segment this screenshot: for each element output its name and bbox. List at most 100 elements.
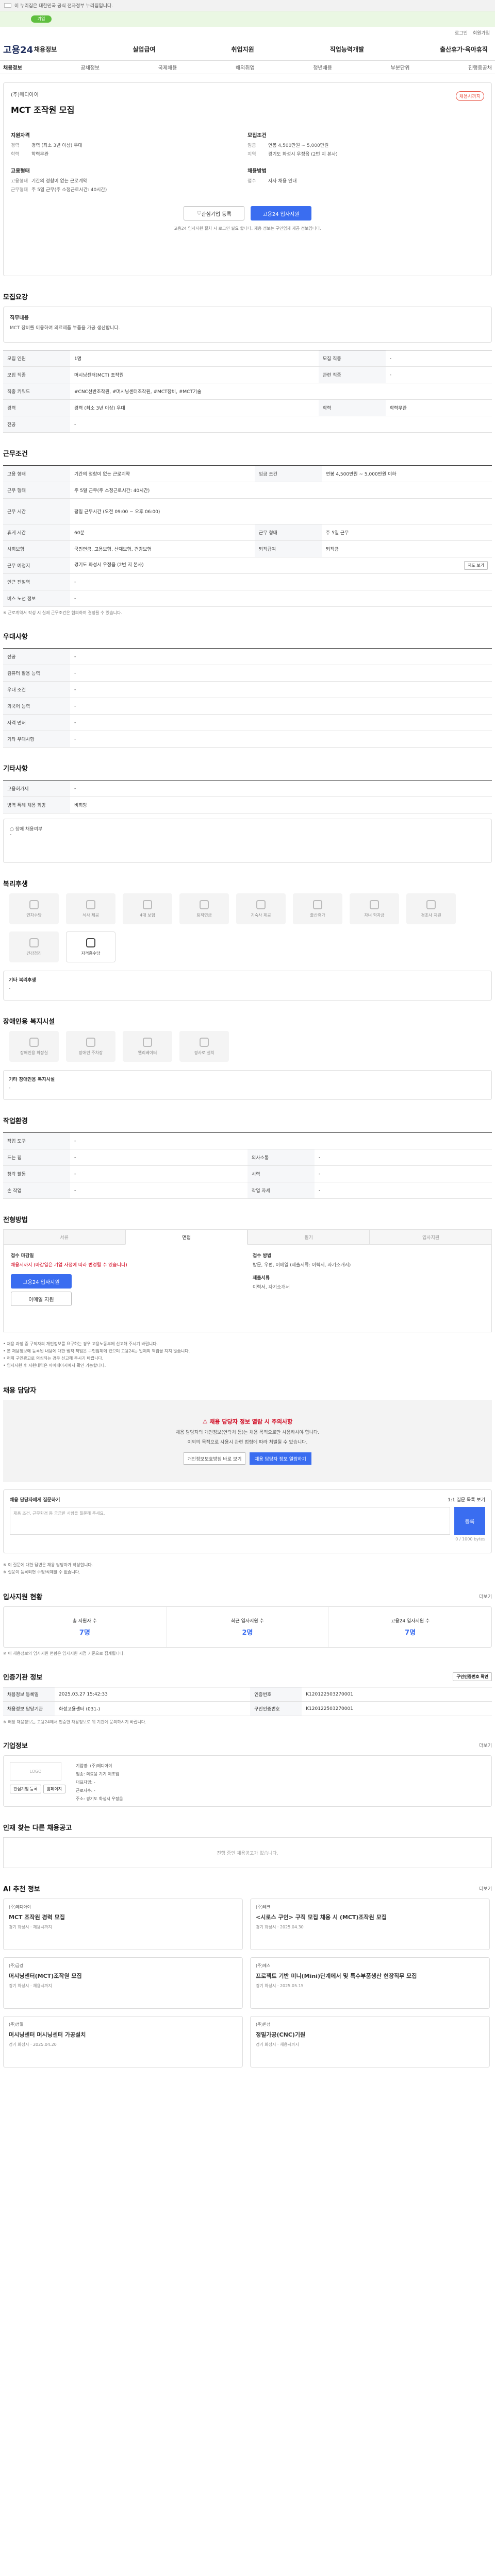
recommendation-card[interactable]: (주)정밀 머시닝센터 머시닝센터 가공설치 경기 화성시 · 2025.04.20 [3,2016,243,2067]
heart-icon: ♡ [196,210,202,216]
subnav-item[interactable]: 채용정보 [3,63,22,71]
welfare-card: 건강검진 [9,931,59,962]
nav-leave[interactable]: 출산휴가·육아휴직 [440,45,488,54]
subnav-item[interactable]: 해외취업 [236,63,255,71]
card-label: 퇴직연금 [196,912,212,918]
bullet-text: 채용 과정 중 구직자의 개인정보를 요구하는 경우 고용노동부에 신고해 주시… [7,1342,158,1346]
recommendation-card[interactable]: (주)에스 프로젝트 기반 미니(Mini)단계에서 및 특수부품생산 현장직무 … [250,1957,490,2009]
benefit-icon [370,900,379,909]
table-key: 외국어 능력 [3,698,70,715]
apply-button[interactable]: 고용24 입사지원 [251,206,311,221]
section-header: 기업정보 더보기 [3,1740,492,1750]
rec-meta: 경기 화성시 · 2025.04.30 [256,1925,304,1929]
verify-button[interactable]: 구인인증번호 확인 [453,1672,492,1681]
nav-employment-support[interactable]: 취업지원 [232,45,254,54]
signup-link[interactable]: 회원가입 [473,29,490,36]
site-logo[interactable]: 고용24 [3,43,34,56]
rec-title: 프로젝트 기반 미니(Mini)단계에서 및 특수부품생산 현장직무 모집 [256,1973,417,1979]
recommendation-list: (주)메디아이 MCT 조작원 경력 모집 경기 화성시 · 채용시까지 (주)테크 <… [3,1899,492,2067]
subnav-item[interactable]: 부분단위 [391,63,410,71]
tab-written[interactable]: 필기 [248,1229,370,1245]
welfare-card: 자녀 학자금 [350,893,399,924]
table-key: 구인인증번호 [250,1701,302,1716]
welfare-card: 4대 보험 [123,893,172,924]
interest-company-button[interactable]: ♡ 관심기업 등록 [184,206,244,221]
list-item: • 허위 구인광고로 의심되는 경우 신고해 주시기 바랍니다. [3,1356,104,1361]
more-link[interactable]: 더보기 [479,1885,492,1892]
tab-apply[interactable]: 입사지원 [370,1229,492,1245]
sub-nav: 채용정보 공채정보 국제채용 해외취업 청년채용 부분단위 진행중공채 [0,61,495,74]
field-label: 경력 [11,143,20,148]
nav-jobs[interactable]: 채용정보 [34,45,57,54]
table-key: 자격 면허 [3,714,70,731]
question-submit-button[interactable]: 등록 [454,1507,485,1535]
interest-button[interactable]: 관심기업 등록 [10,1785,41,1793]
table-key: 청각 활동 [3,1165,70,1182]
gov-banner: 이 누리집은 대한민국 공식 전자정부 누리집입니다. [0,0,495,11]
info-note: ※ 해당 채용정보는 고용24에서 인증한 채용정보로 위 기관에 문의하시기 … [3,1720,146,1724]
more-link[interactable]: 더보기 [479,1593,492,1600]
privacy-policy-button[interactable]: 개인정보보호방침 바로 보기 [184,1452,245,1465]
table-row: 근무 시간 평일 근무시간 (오전 09:00 ~ 오후 06:00) [3,498,492,524]
ramp-icon [200,1037,209,1047]
benefit-icon [200,900,209,909]
recommendation-card[interactable]: (주)한성 정밀가공(CNC)기원 경기 화성시 · 채용시까지 [250,2016,490,2067]
table-row: 기타 우대사항 - [3,731,492,748]
tab-interview[interactable]: 면접 [125,1229,248,1245]
question-list-link[interactable]: 1:1 질문 목록 보기 [448,1496,485,1503]
table-value: - [70,1132,492,1149]
rec-company: (주)정밀 [9,2022,24,2027]
table-value: 비희망 [70,796,492,814]
tab-document[interactable]: 서류 [3,1229,125,1245]
company-field: 대표자명: - [76,1780,95,1785]
subnav-item[interactable]: 공채정보 [80,63,100,71]
view-contact-button[interactable]: 채용 담당자 정보 열람하기 [250,1452,311,1465]
table-row: 우대 조건 - [3,681,492,698]
rec-meta: 경기 화성시 · 채용시까지 [256,2042,299,2047]
rec-title: 머시닝센터 머시닝센터 가공설치 [9,2031,86,2038]
question-input[interactable]: 채용 조건, 근무환경 등 궁금한 사항을 질문해 주세요. [10,1507,450,1535]
homepage-button[interactable]: 홈페이지 [43,1785,66,1793]
section-title: 인증기관 정보 [3,1674,43,1682]
table-value: 국민연금, 고용보험, 산재보험, 건강보험 [70,540,255,557]
subnav-item[interactable]: 청년채용 [313,63,332,71]
table-value: - [70,416,492,433]
section-title: 근무조건 [3,450,28,458]
button-label: 관심기업 등록 [201,211,232,217]
more-link[interactable]: 더보기 [479,1742,492,1749]
table-value: K120122503270001 [302,1687,492,1702]
question-box: 채용 담당자에게 질문하기 1:1 질문 목록 보기 채용 조건, 근무환경 등 … [3,1489,492,1553]
subnav-item[interactable]: 국제채용 [158,63,177,71]
recommendation-card[interactable]: (주)메디아이 MCT 조작원 경력 모집 경기 화성시 · 채용시까지 [3,1899,243,1950]
card-label: 기숙사 제공 [251,912,271,918]
table-key: 고용허가제 [3,780,70,797]
apply-button-2[interactable]: 고용24 입사지원 [11,1274,72,1289]
table-value: 2025.03.27 15:42:33 [55,1687,251,1702]
map-button[interactable]: 지도 보기 [464,561,488,570]
stat-label: 고용24 입사지원 수 [391,1619,430,1624]
table-row: 전공 - [3,648,492,665]
nav-unemployment[interactable]: 실업급여 [133,45,155,54]
company-name[interactable]: (주)메디아이 [11,90,484,98]
alert-icon: ⚠ [202,1418,210,1425]
warning-title: ⚠ 채용 담당자 정보 열람 시 주의사항 [203,1417,293,1426]
login-link[interactable]: 로그인 [455,29,468,36]
table-value: K120122503270001 [302,1701,492,1716]
recommendation-card[interactable]: (주)금강 머시닝센터(MCT)조작원 모집 경기 화성시 · 채용시까지 [3,1957,243,2009]
welfare-card: 기숙사 제공 [236,893,286,924]
nav-training[interactable]: 직업능력개발 [330,45,364,54]
list-item: ※ 질문이 등록되면 수정/삭제할 수 없습니다. [3,1570,80,1574]
subnav-item[interactable]: 진행중공채 [468,63,492,71]
email-apply-button[interactable]: 이메일 지원 [11,1292,72,1306]
table-key: 채용정보 등록일 [3,1687,55,1702]
recommendation-card[interactable]: (주)테크 <시로스 구인> 구직 모집 채용 시 (MCT)조작원 모집 경기 화… [250,1899,490,1950]
recruit-table: 모집 인원 1명 모집 직종 - 모집 직종 머시닝센터(MCT) 조작원 관련 직종 - … [3,350,492,433]
table-value: 학력무관 [385,399,492,416]
section-title: 인재 찾는 다른 채용공고 [3,1824,72,1832]
disability-hire-label: ○ 장애 채용여부 [10,827,43,832]
table-value: - [70,731,492,748]
warning-text: 채용 담당자 정보 열람 시 주의사항 [209,1418,293,1425]
section-title: 기타사항 [3,765,28,773]
benefit-icon [29,900,39,909]
deadline-text: 채용시까지 (마감일은 기업 사정에 따라 변경될 수 있습니다) [11,1263,127,1268]
